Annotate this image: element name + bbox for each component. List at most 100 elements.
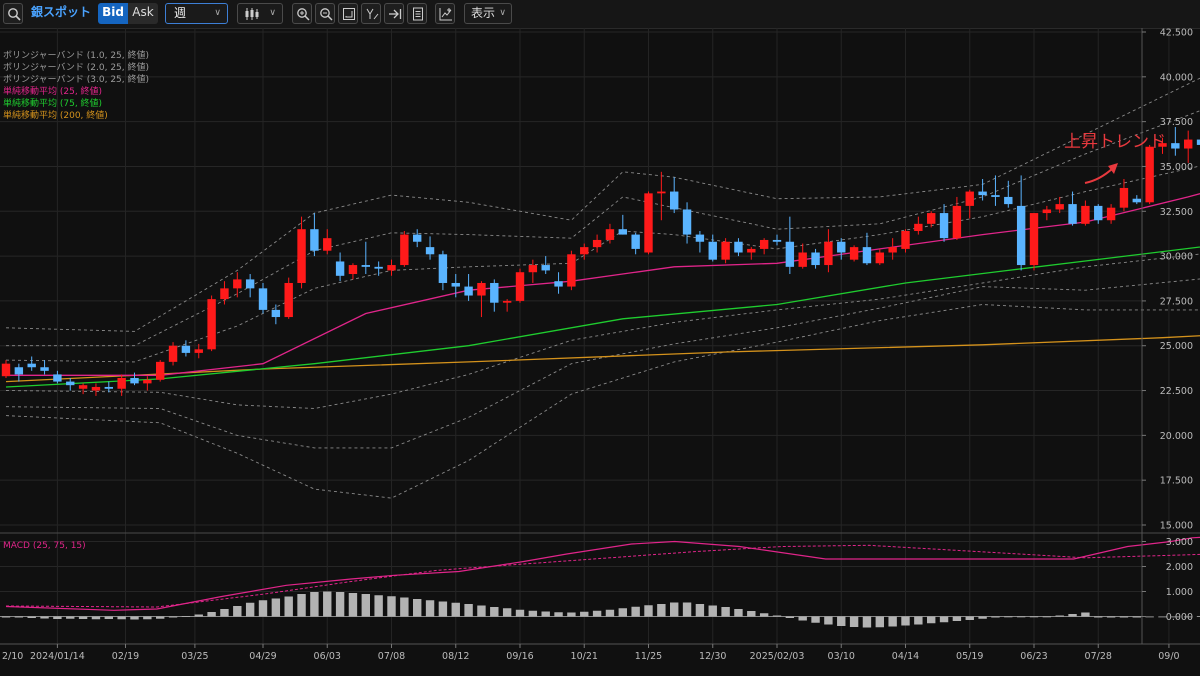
candle-up [580,247,589,255]
bid-button[interactable]: Bid [98,3,128,24]
legend-item[interactable]: 単純移動平均 (200, 終値) [3,110,149,122]
candle-up [657,191,666,194]
candle-down [811,252,820,266]
candle-down [40,367,49,371]
candle-down [682,209,692,235]
candle-up [194,349,203,353]
candle-up [824,241,833,266]
bollinger-lower2 [5,278,1200,449]
macd-histogram-bar [297,594,306,617]
macd-histogram-bar [515,609,525,617]
legend-item[interactable]: ボリンジャーバンド (1.0, 25, 終値) [3,50,149,62]
search-icon[interactable] [3,3,23,24]
macd-histogram-bar [502,608,512,617]
candle-up [1042,209,1052,214]
chart-type-dropdown[interactable]: ∨ [237,3,283,24]
macd-histogram-bar [245,602,255,617]
time-tick-label: 11/25 [635,651,662,662]
legend-item[interactable]: 単純移動平均 (75, 終値) [3,98,149,110]
macd-histogram-bar [323,591,332,617]
candle-up [477,282,486,296]
candle-up [348,265,358,275]
macd-histogram-bar [734,609,743,617]
price-tick-label: 22.500 [1160,386,1193,397]
macd-histogram-bar [66,616,75,619]
price-tick-label: 15.000 [1160,521,1193,532]
macd-histogram-bar [952,616,962,621]
candle-up [721,241,730,260]
annotation-text: 上昇トレンド [1064,132,1166,152]
candle-up [233,279,242,289]
macd-histogram-bar [1016,616,1026,618]
candle-down [785,241,795,267]
macd-histogram-bar [1145,616,1154,618]
candle-up [400,234,409,266]
chart-area[interactable]: 15.000 17.500 20.000 22.500 25.000 27.500 30.0… [0,28,1200,676]
macd-histogram-bar [939,616,949,623]
candle-up [888,247,897,253]
scale-icon[interactable] [361,3,381,24]
instrument-name[interactable]: 銀スポット [31,3,91,24]
candle-up [515,272,525,301]
zoom-in-icon[interactable] [292,3,312,24]
macd-tick-label: 2.000 [1166,562,1193,573]
legend-item[interactable]: 単純移動平均 (25, 終値) [3,86,149,98]
macd-histogram-bar [348,593,358,617]
jump-to-latest-icon[interactable] [384,3,404,24]
display-dropdown[interactable]: 表示 ∨ [464,3,512,24]
macd-histogram-bar [220,609,229,617]
macd-histogram-bar [1106,616,1116,618]
document-icon[interactable] [407,3,427,24]
arrow-head [1108,163,1118,174]
macd-histogram-bar [605,609,615,617]
candle-up [849,247,859,260]
macd-histogram-bar [695,604,705,617]
candle-up [567,254,576,287]
macd-histogram-bar [400,597,409,617]
macd-line [5,536,1200,611]
macd-histogram-bar [104,616,113,619]
time-tick-label: 04/14 [892,651,919,662]
add-indicator-icon[interactable] [435,3,455,24]
macd-histogram-bar [413,599,422,617]
legend-item[interactable]: ボリンジャーバンド (2.0, 25, 終値) [3,62,149,74]
display-label: 表示 [471,6,496,20]
macd-histogram-bar [130,616,139,620]
chevron-down-icon: ∨ [269,8,276,18]
candle-up [605,229,615,240]
time-tick-label: 07/28 [1085,651,1112,662]
macd-histogram-bar [490,607,499,617]
macd-histogram-bar [271,598,281,617]
macd-histogram-bar [207,612,216,617]
candle-up [747,248,756,253]
candle-down [734,241,743,253]
macd-histogram-bar [117,616,126,620]
candle-up [220,288,229,300]
macd-histogram-bar [927,616,936,624]
macd-histogram-bar [567,612,576,617]
macd-histogram-bar [1,616,11,618]
zoom-out-icon[interactable] [315,3,335,24]
sma-200-line [5,335,1200,383]
macd-histogram-bar [682,602,692,617]
candle-up [156,361,165,380]
candle-down [335,261,345,276]
candle-down [310,229,319,251]
time-tick-label: 02/19 [112,651,139,662]
macd-histogram-bar [528,610,538,617]
candle-up [1,363,11,377]
fit-screen-icon[interactable] [338,3,358,24]
macd-histogram-bar [258,600,268,617]
macd-histogram-bar [772,615,782,617]
period-select[interactable]: 週 ∨ [165,3,228,24]
time-tick-label: 07/08 [378,651,405,662]
macd-histogram-bar [1081,612,1090,617]
candle-up [901,230,910,249]
candle-down [130,377,139,384]
legend-item[interactable]: ボリンジャーバンド (3.0, 25, 終値) [3,74,149,86]
macd-histogram-bar [477,605,486,617]
candle-down [451,282,460,287]
time-tick-label: 10/21 [571,651,598,662]
ask-button[interactable]: Ask [128,3,158,24]
price-tick-label: 32.500 [1160,207,1193,218]
